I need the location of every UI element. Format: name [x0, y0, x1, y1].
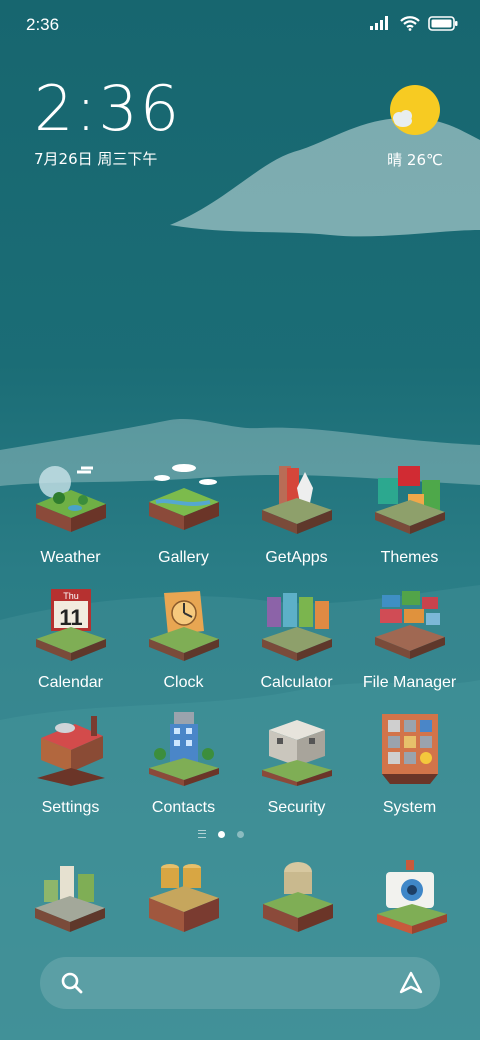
status-time: 2:36 [26, 15, 60, 34]
app-gallery[interactable]: Gallery [127, 452, 240, 577]
contacts-icon [148, 712, 219, 786]
gallery-icon [148, 464, 219, 530]
battery-icon [428, 15, 458, 31]
app-calendar[interactable]: Thu 11 Calendar [14, 577, 127, 702]
calculator-icon [261, 593, 332, 661]
messages-icon[interactable] [144, 856, 224, 936]
assistant-icon[interactable] [398, 970, 424, 996]
clock-widget[interactable]: 2:36 7月26日 周三下午 [34, 78, 181, 169]
weather-text: 晴 26℃ [387, 151, 443, 169]
app-contacts[interactable]: Contacts [127, 702, 240, 827]
dock [14, 850, 466, 940]
status-icons [370, 15, 458, 31]
app-label: Clock [163, 674, 204, 691]
wifi-icon [400, 16, 420, 31]
app-label: GetApps [265, 549, 328, 566]
calendar-day: 11 [59, 605, 82, 630]
app-calculator[interactable]: Calculator [240, 577, 353, 702]
app-label: Calculator [260, 674, 333, 691]
calendar-weekday: Thu [63, 591, 79, 601]
clock-time: 2:36 [34, 72, 182, 145]
status-bar: 2:36 [0, 0, 480, 50]
app-label: Contacts [151, 799, 216, 816]
weather-widget[interactable]: 晴 26℃ [380, 84, 450, 170]
gear-icon [36, 716, 105, 786]
app-settings[interactable]: Settings [14, 702, 127, 827]
app-label: Gallery [158, 549, 209, 566]
app-label: System [382, 799, 437, 816]
getapps-icon [261, 466, 332, 534]
page-dot[interactable] [237, 830, 244, 838]
search-icon [61, 972, 83, 994]
app-label: Settings [41, 799, 100, 816]
system-icon [381, 714, 438, 784]
app-weather[interactable]: Weather [14, 452, 127, 577]
app-clock[interactable]: Clock [127, 577, 240, 702]
app-label: Calendar [38, 674, 103, 691]
clock-icon [148, 591, 219, 661]
sun-cloud-icon [390, 85, 440, 135]
phone-icon[interactable] [30, 856, 110, 936]
shield-icon [261, 720, 332, 786]
page-dot-active[interactable] [218, 830, 225, 838]
app-label: Security [267, 799, 326, 816]
camera-icon[interactable] [372, 856, 452, 936]
app-system[interactable]: System [353, 702, 466, 827]
app-file-manager[interactable]: File Manager [353, 577, 466, 702]
browser-icon[interactable] [258, 856, 338, 936]
folder-icon [374, 591, 445, 659]
app-getapps[interactable]: GetApps [240, 452, 353, 577]
app-label: File Manager [362, 674, 457, 691]
signal-icon [370, 16, 388, 30]
page-indicator[interactable] [198, 830, 244, 838]
app-drawer-icon[interactable] [198, 830, 206, 838]
app-security[interactable]: Security [240, 702, 353, 827]
search-bar[interactable] [40, 957, 440, 1009]
app-themes[interactable]: Themes [353, 452, 466, 577]
weather-icon [35, 466, 106, 532]
app-label: Weather [40, 549, 101, 566]
app-label: Themes [380, 549, 439, 566]
themes-icon [374, 466, 445, 534]
clock-date: 7月26日 周三下午 [34, 150, 158, 168]
calendar-icon: Thu 11 [35, 589, 106, 661]
